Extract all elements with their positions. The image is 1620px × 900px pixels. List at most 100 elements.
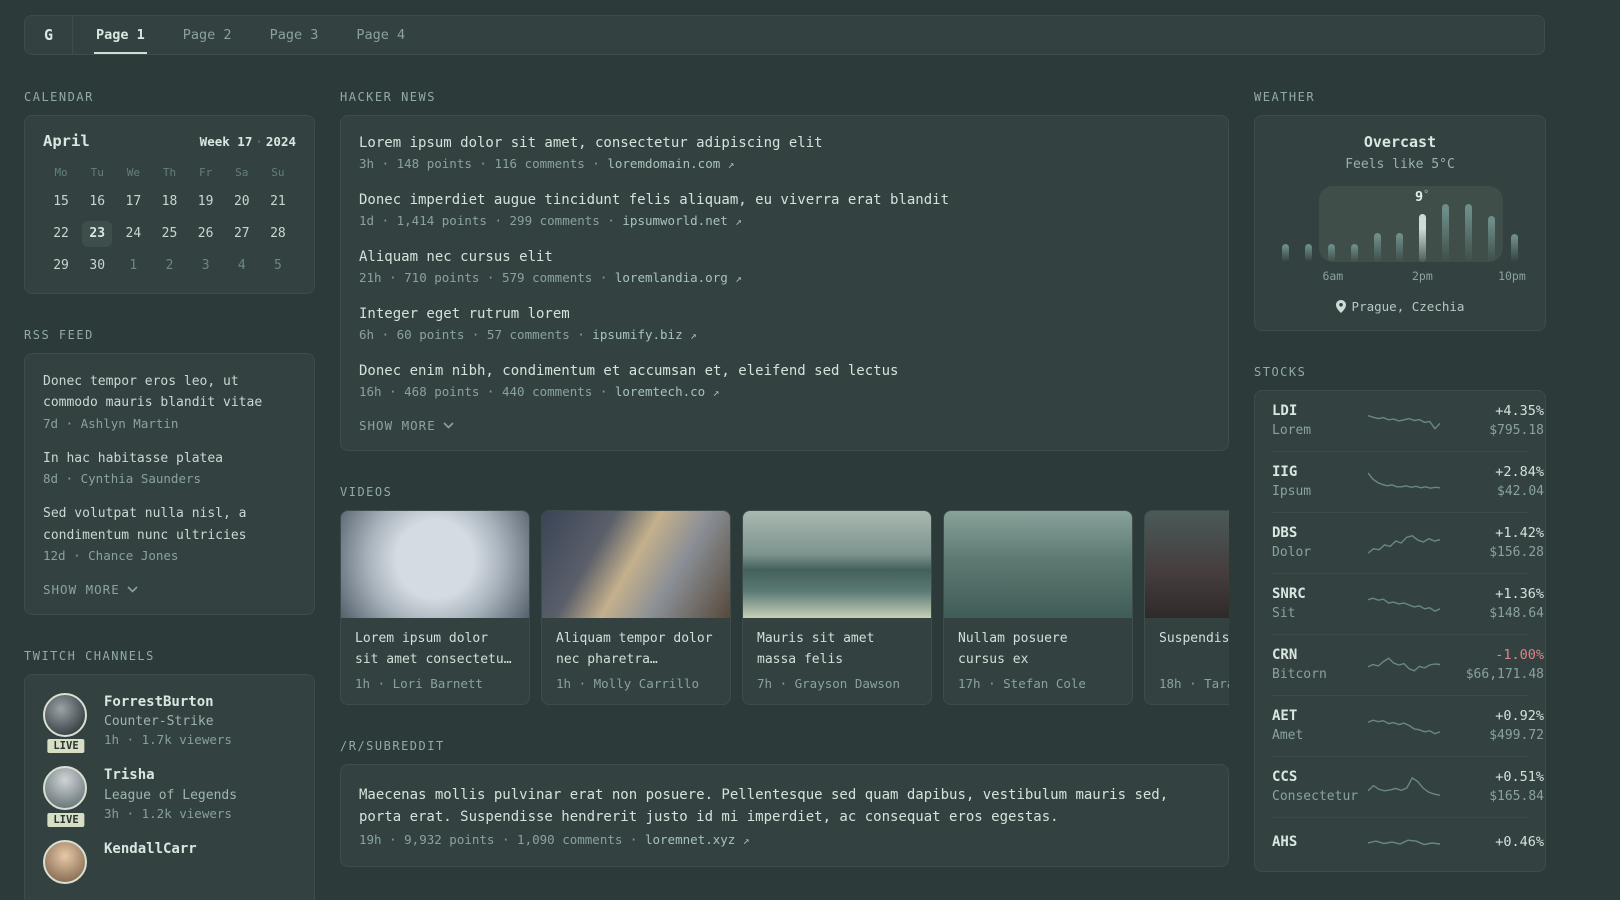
- weather-widget: Overcast Feels like 5°C 9° 6am 2pm 10pm …: [1254, 115, 1546, 331]
- stock-id: AET Amet: [1272, 708, 1368, 743]
- video-thumbnail[interactable]: [542, 511, 730, 618]
- video-thumbnail[interactable]: [341, 511, 529, 618]
- video-meta: 17h · Stefan Cole: [958, 676, 1086, 691]
- rss-show-more-button[interactable]: SHOW MORE: [43, 582, 296, 597]
- stock-sparkline: [1368, 776, 1440, 796]
- page-tab[interactable]: Page 2: [164, 16, 251, 54]
- video-thumbnail[interactable]: [944, 511, 1132, 618]
- hackernews-item-domain[interactable]: ipsumify.biz: [592, 327, 682, 342]
- video-card-body: Aliquam tempor dolor nec pharetra… 1h · …: [542, 618, 730, 704]
- video-card-body: Mauris sit amet massa felis 7h · Grayson…: [743, 618, 931, 704]
- video-thumbnail[interactable]: [1145, 511, 1229, 618]
- stock-change-percent: +0.92%: [1495, 708, 1544, 724]
- twitch-channel[interactable]: LIVE Trisha League of Legends 3h · 1.2k …: [43, 766, 296, 829]
- page: G Page 1 Page 2 Page 3 Page 4 CALENDAR A…: [24, 15, 1546, 900]
- hackernews-item-stats: 16h · 468 points · 440 comments ·: [359, 384, 615, 399]
- page-tab[interactable]: Page 3: [251, 16, 338, 54]
- video-title[interactable]: Lorem ipsum dolor sit amet consectetu…: [355, 629, 515, 671]
- rss-item[interactable]: Donec tempor eros leo, ut commodo mauris…: [43, 371, 296, 431]
- hackernews-item-title[interactable]: Aliquam nec cursus elit: [359, 247, 1210, 268]
- video-card[interactable]: Aliquam tempor dolor nec pharetra… 1h · …: [541, 510, 731, 705]
- twitch-channel[interactable]: LIVE KendallCarr: [43, 839, 296, 884]
- stock-name: Amet: [1272, 728, 1304, 743]
- twitch-widget: LIVE ForrestBurton Counter-Strike 1h · 1…: [24, 674, 315, 900]
- stock-row[interactable]: IIG Ipsum +2.84% $42.04: [1272, 452, 1544, 513]
- twitch-avatar-wrap: LIVE: [43, 693, 89, 756]
- stock-row[interactable]: CRN Bitcorn -1.00% $66,171.48: [1272, 635, 1544, 696]
- hackernews-item-title[interactable]: Donec enim nibh, condimentum et accumsan…: [359, 361, 1210, 382]
- hackernews-item-domain[interactable]: ipsumworld.net: [622, 213, 727, 228]
- rss-item[interactable]: In hac habitasse platea 8d · Cynthia Sau…: [43, 448, 296, 486]
- hackernews-item-title[interactable]: Lorem ipsum dolor sit amet, consectetur …: [359, 133, 1210, 154]
- stock-numbers: +0.51% $165.84: [1440, 769, 1544, 804]
- page-tab[interactable]: Page 1: [77, 16, 164, 54]
- stock-numbers: +2.84% $42.04: [1440, 464, 1544, 499]
- subreddit-post[interactable]: Maecenas mollis pulvinar erat non posuer…: [359, 784, 1210, 847]
- hackernews-item-domain[interactable]: loremtech.co: [615, 384, 705, 399]
- rss-item[interactable]: Sed volutpat nulla nisl, a condimentum n…: [43, 503, 296, 563]
- weekday-label: Th: [162, 166, 177, 179]
- weather-bar: [1373, 233, 1381, 262]
- stock-price: $148.64: [1489, 606, 1544, 621]
- live-badge: LIVE: [45, 737, 87, 756]
- calendar-section-title: CALENDAR: [24, 90, 94, 104]
- hackernews-item[interactable]: Aliquam nec cursus elit 21h · 710 points…: [359, 247, 1210, 285]
- video-title[interactable]: Aliquam tempor dolor nec pharetra…: [556, 629, 716, 671]
- video-title[interactable]: Mauris sit amet massa felis: [757, 629, 917, 671]
- app-logo[interactable]: G: [25, 16, 73, 54]
- hackernews-item[interactable]: Lorem ipsum dolor sit amet, consectetur …: [359, 133, 1210, 171]
- weather-location[interactable]: Prague, Czechia: [1271, 299, 1529, 314]
- hackernews-show-more-button[interactable]: SHOW MORE: [359, 418, 1210, 433]
- weekday-label: Sa: [235, 166, 249, 179]
- weather-bar: [1327, 244, 1335, 262]
- hackernews-item-title[interactable]: Donec imperdiet augue tincidunt felis al…: [359, 190, 1210, 211]
- stock-row[interactable]: AHS +0.46%: [1272, 818, 1544, 871]
- external-link-icon: ↗: [735, 215, 742, 228]
- video-card[interactable]: Mauris sit amet massa felis 7h · Grayson…: [742, 510, 932, 705]
- stock-sparkline: [1368, 656, 1440, 672]
- stock-numbers: +0.92% $499.72: [1440, 708, 1544, 743]
- calendar-day: 4: [237, 258, 246, 273]
- stock-row[interactable]: DBS Dolor +1.42% $156.28: [1272, 513, 1544, 574]
- hackernews-item[interactable]: Integer eget rutrum lorem 6h · 60 points…: [359, 304, 1210, 342]
- hackernews-item[interactable]: Donec enim nibh, condimentum et accumsan…: [359, 361, 1210, 399]
- hackernews-item-domain[interactable]: loremdomain.com: [607, 156, 720, 171]
- degree-symbol: °: [1423, 189, 1430, 200]
- avatar: [43, 766, 87, 811]
- twitch-channel[interactable]: LIVE ForrestBurton Counter-Strike 1h · 1…: [43, 693, 296, 756]
- weather-section: WEATHER Overcast Feels like 5°C 9° 6am 2…: [1254, 90, 1546, 331]
- stock-id: IIG Ipsum: [1272, 464, 1368, 499]
- time-label: 10pm: [1498, 269, 1526, 283]
- subreddit-post-domain[interactable]: loremnet.xyz: [645, 832, 735, 847]
- video-card[interactable]: Nullam posuere cursus ex 17h · Stefan Co…: [943, 510, 1133, 705]
- video-title[interactable]: Suspendisse diam: [1159, 629, 1229, 671]
- video-title[interactable]: Nullam posuere cursus ex: [958, 629, 1118, 671]
- video-card[interactable]: Lorem ipsum dolor sit amet consectetu… 1…: [340, 510, 530, 705]
- hackernews-item[interactable]: Donec imperdiet augue tincidunt felis al…: [359, 190, 1210, 228]
- stock-ticker: IIG: [1272, 464, 1298, 480]
- stock-row[interactable]: LDI Lorem +4.35% $795.18: [1272, 391, 1544, 452]
- stock-numbers: +4.35% $795.18: [1440, 403, 1544, 438]
- hackernews-item-domain[interactable]: loremlandia.org: [615, 270, 728, 285]
- stock-numbers: +0.46%: [1440, 834, 1544, 854]
- rss-items: Donec tempor eros leo, ut commodo mauris…: [43, 371, 296, 563]
- calendar-day: 26: [197, 226, 214, 241]
- stock-change-percent: +1.42%: [1495, 525, 1544, 541]
- video-thumbnail[interactable]: [743, 511, 931, 618]
- stock-change-percent: +2.84%: [1495, 464, 1544, 480]
- video-card[interactable]: Suspendisse diam 18h · Tara: [1144, 510, 1229, 705]
- stock-row[interactable]: CCS Consectetur +0.51% $165.84: [1272, 757, 1544, 818]
- calendar-day: 23: [82, 221, 113, 247]
- subreddit-post-title[interactable]: Maecenas mollis pulvinar erat non posuer…: [359, 784, 1210, 829]
- stock-ticker: LDI: [1272, 403, 1298, 419]
- videos-section-title: VIDEOS: [340, 485, 393, 499]
- videos-carousel[interactable]: Lorem ipsum dolor sit amet consectetu… 1…: [340, 510, 1229, 705]
- twitch-section-title: TWITCH CHANNELS: [24, 649, 155, 664]
- hackernews-item-title[interactable]: Integer eget rutrum lorem: [359, 304, 1210, 325]
- external-link-icon: ↗: [742, 833, 750, 847]
- stock-row[interactable]: SNRC Sit +1.36% $148.64: [1272, 574, 1544, 635]
- weather-section-title: WEATHER: [1254, 90, 1316, 104]
- page-tab[interactable]: Page 4: [337, 16, 424, 54]
- stock-sparkline: [1368, 718, 1440, 734]
- stock-row[interactable]: AET Amet +0.92% $499.72: [1272, 696, 1544, 757]
